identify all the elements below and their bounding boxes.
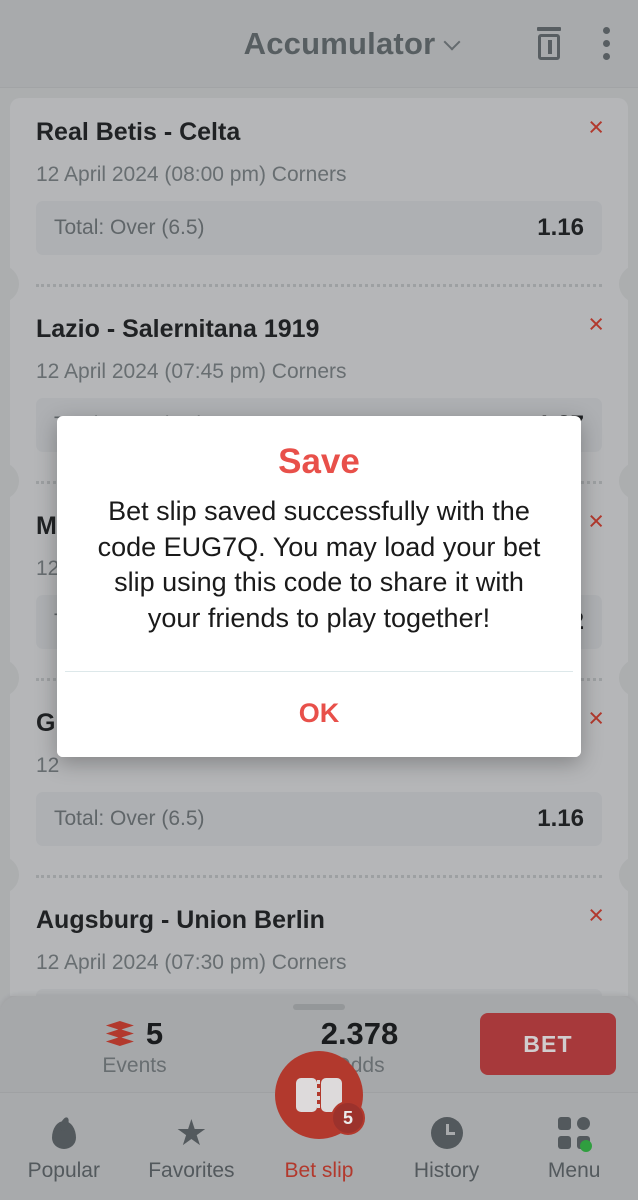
- app-screen: Accumulator × Real Betis - Celta 12 Apri…: [0, 0, 638, 1200]
- dialog-ok-button[interactable]: OK: [57, 671, 581, 757]
- dialog-title: Save: [278, 442, 360, 481]
- save-dialog: Save Bet slip saved successfully with th…: [57, 416, 581, 757]
- dialog-message: Bet slip saved successfully with the cod…: [97, 496, 541, 633]
